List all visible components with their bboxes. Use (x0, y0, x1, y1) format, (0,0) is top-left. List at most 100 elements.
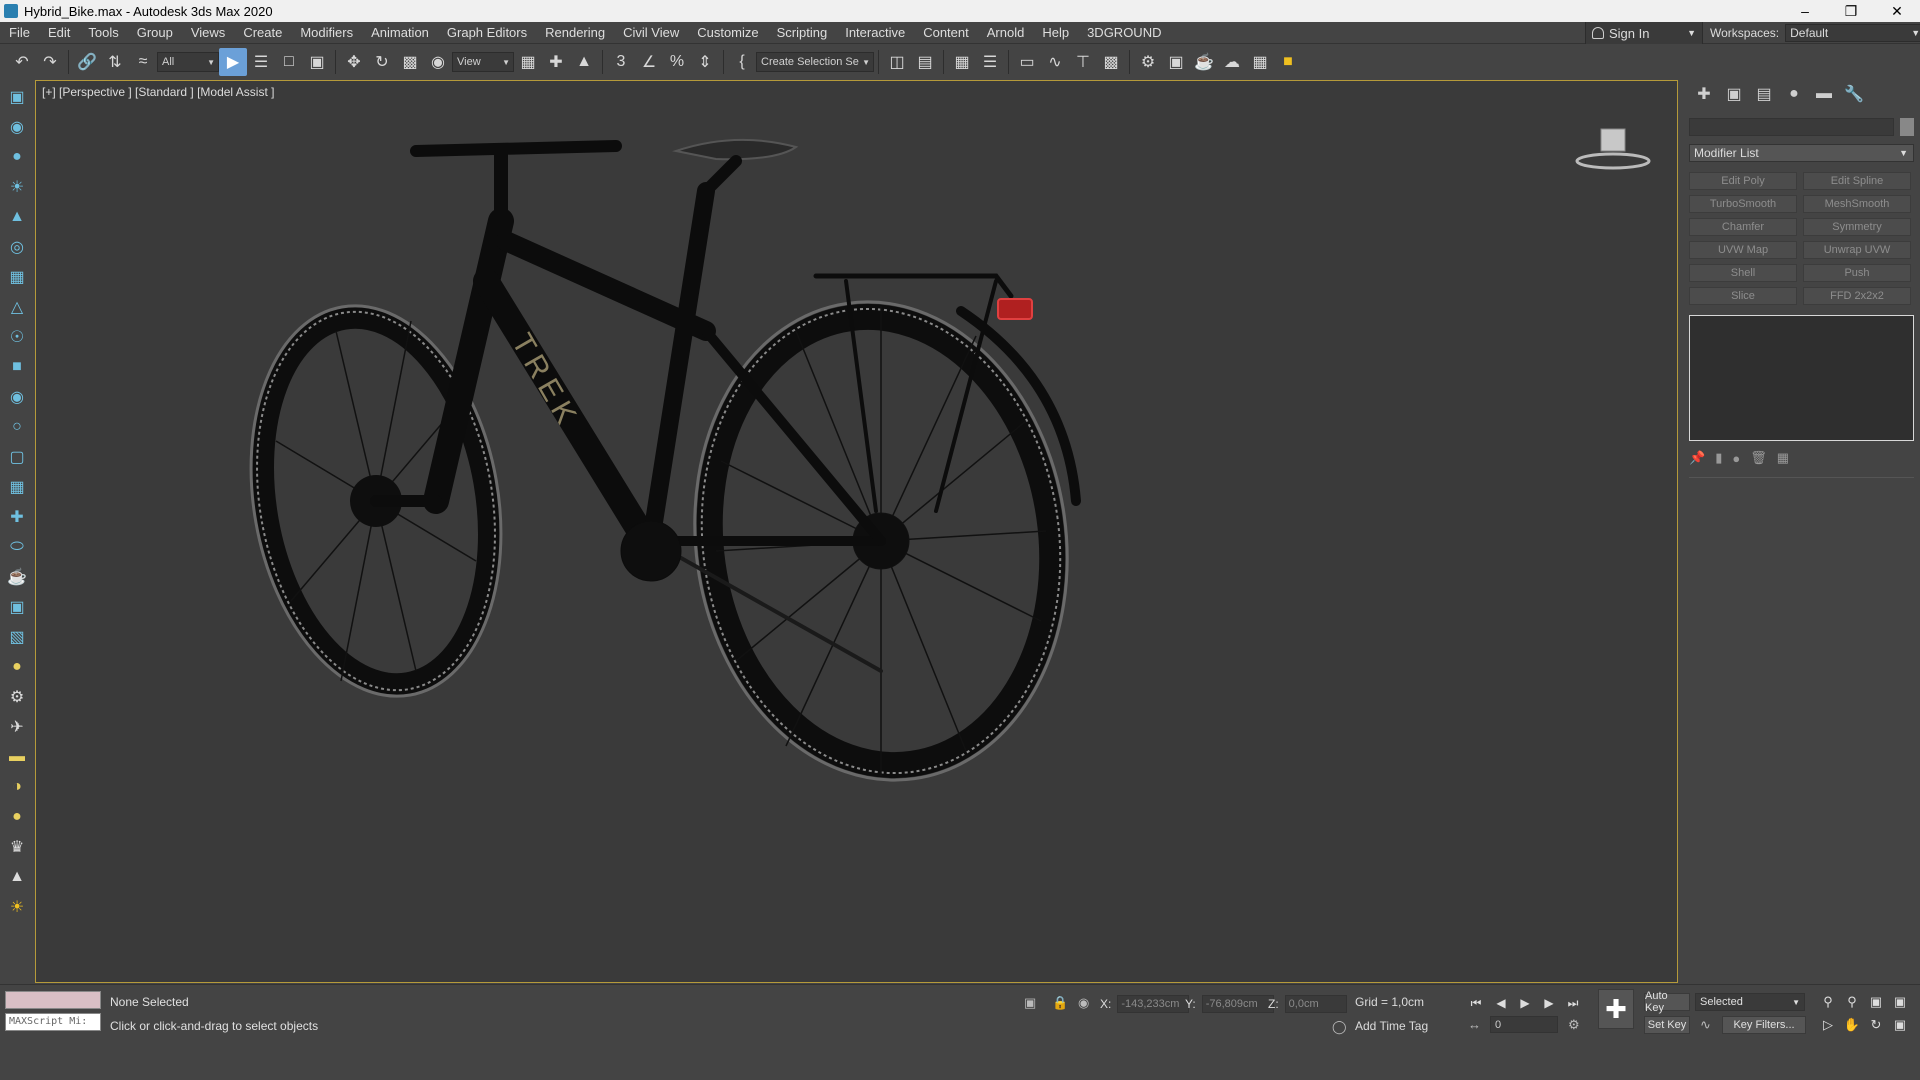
rotate-icon[interactable]: ↻ (368, 48, 396, 76)
modifier-list-select[interactable]: Modifier List ▼ (1689, 144, 1914, 162)
go-to-end-icon[interactable]: ⏭ (1562, 993, 1584, 1013)
render-in-cloud-icon[interactable]: ☁ (1218, 48, 1246, 76)
modifier-button[interactable]: Push (1803, 264, 1911, 282)
menu-arnold[interactable]: Arnold (978, 25, 1034, 40)
placement-icon[interactable]: ◉ (424, 48, 452, 76)
menu-civil-view[interactable]: Civil View (614, 25, 688, 40)
schematic-view-icon[interactable]: ⊤ (1069, 48, 1097, 76)
default-in-out-tangents-icon[interactable]: ∿ (1700, 1017, 1711, 1033)
unlink-icon[interactable]: ⇅ (101, 48, 129, 76)
motion-tab-icon[interactable]: ● (1779, 82, 1809, 106)
crown-icon[interactable]: ♛ (4, 834, 30, 860)
zoom-extents-all-icon[interactable]: ▣ (1890, 993, 1910, 1011)
menu-animation[interactable]: Animation (362, 25, 438, 40)
perspective-viewport[interactable]: TREK [+] [Perspective ] [Standard ] [Mod… (35, 80, 1678, 983)
bulb-icon[interactable]: ○ (4, 414, 30, 440)
grid-icon[interactable]: ▦ (4, 474, 30, 500)
pin-stack-icon[interactable]: 📌 (1689, 450, 1705, 466)
teapot-icon[interactable]: ☕ (4, 564, 30, 590)
transform-icon[interactable]: ✚ (4, 504, 30, 530)
snaps-toggle-icon[interactable]: 3 (607, 48, 635, 76)
key-filters-button[interactable]: Key Filters... (1722, 1016, 1806, 1034)
lock-selection-icon[interactable]: 🔒 (1052, 995, 1068, 1011)
align-icon[interactable]: ▤ (911, 48, 939, 76)
make-unique-icon[interactable]: ● (1732, 451, 1740, 466)
maxscript-listener-input[interactable]: MAXScript Mi: (5, 1013, 101, 1031)
menu-help[interactable]: Help (1033, 25, 1078, 40)
zoom-icon[interactable]: ⚲ (1818, 993, 1838, 1011)
sky-light-icon[interactable]: ■ (4, 354, 30, 380)
sign-in-button[interactable]: Sign In ▼ (1585, 22, 1703, 44)
spot-light-icon[interactable]: ▲ (4, 204, 30, 230)
z-field[interactable]: 0,0cm (1284, 995, 1347, 1013)
create-tab-icon[interactable]: ✚ (1689, 82, 1719, 106)
named-selection-select[interactable]: Create Selection Se ▼ (756, 52, 874, 72)
pivot-center-icon[interactable]: ▦ (514, 48, 542, 76)
menu-rendering[interactable]: Rendering (536, 25, 614, 40)
percent-snap-icon[interactable]: % (663, 48, 691, 76)
sphere-icon[interactable]: ● (4, 804, 30, 830)
helper-icon[interactable]: ◎ (4, 234, 30, 260)
bind-space-warp-icon[interactable]: ≈ (129, 48, 157, 76)
next-frame-icon[interactable]: ▶ (1538, 993, 1560, 1013)
zoom-all-icon[interactable]: ⚲ (1842, 993, 1862, 1011)
reference-coordinate-select[interactable]: View ▼ (452, 52, 514, 72)
menu-modifiers[interactable]: Modifiers (291, 25, 362, 40)
modifier-button[interactable]: Slice (1689, 287, 1797, 305)
ribbon-toggle-icon[interactable]: ▭ (1013, 48, 1041, 76)
field-of-view-icon[interactable]: ▷ (1818, 1016, 1838, 1034)
mirror-icon[interactable]: ◫ (883, 48, 911, 76)
set-key-button[interactable]: Set Key (1644, 1016, 1690, 1034)
rectangular-selection-icon[interactable]: □ (275, 48, 303, 76)
display-tab-icon[interactable]: ▬ (1809, 82, 1839, 106)
workspace-select[interactable]: Default ▼ (1785, 24, 1920, 42)
scene-states-icon[interactable]: ⚙ (4, 684, 30, 710)
modifier-button[interactable]: Unwrap UVW (1803, 241, 1911, 259)
bike-model-render[interactable]: TREK (36, 81, 1677, 982)
menu-customize[interactable]: Customize (688, 25, 767, 40)
plane-icon[interactable]: ▬ (4, 744, 30, 770)
object-color-swatch[interactable] (1900, 118, 1914, 136)
restore-button[interactable]: ❐ (1828, 0, 1874, 22)
render-production-icon[interactable]: ☕ (1190, 48, 1218, 76)
menu-edit[interactable]: Edit (39, 25, 79, 40)
key-mode-select[interactable]: Selected ▼ (1695, 993, 1805, 1011)
light-lister-icon[interactable]: ● (4, 654, 30, 680)
redo-icon[interactable]: ↷ (36, 48, 64, 76)
absolute-mode-icon[interactable]: ◉ (1078, 995, 1089, 1011)
sun-light-icon[interactable]: ☀ (4, 174, 30, 200)
dynamics-icon[interactable]: ✈ (4, 714, 30, 740)
angle-snap-icon[interactable]: ∠ (635, 48, 663, 76)
remove-modifier-icon[interactable]: 🗑 (1750, 450, 1767, 466)
scale-icon[interactable]: ▩ (396, 48, 424, 76)
menu-interactive[interactable]: Interactive (836, 25, 914, 40)
modifier-button[interactable]: FFD 2x2x2 (1803, 287, 1911, 305)
spinner-snap-icon[interactable]: ⇕ (691, 48, 719, 76)
time-config-icon[interactable]: ↔ (1468, 1017, 1481, 1032)
menu-create[interactable]: Create (234, 25, 291, 40)
material-editor-icon[interactable]: ▩ (1097, 48, 1125, 76)
rendered-frame-window-icon[interactable]: ▣ (1162, 48, 1190, 76)
viewcube-icon[interactable] (1573, 121, 1653, 171)
current-frame-field[interactable]: 0 (1490, 1016, 1558, 1033)
show-end-result-icon[interactable]: ▮ (1715, 450, 1722, 466)
object-name-field[interactable] (1689, 118, 1894, 136)
render-icon[interactable]: ▣ (4, 594, 30, 620)
hierarchy-tab-icon[interactable]: ▤ (1749, 82, 1779, 106)
photometric-icon[interactable]: ◉ (4, 384, 30, 410)
selection-filter-select[interactable]: All ▼ (157, 52, 219, 72)
maximize-viewport-icon[interactable]: ▣ (1890, 1016, 1910, 1034)
orbit-icon[interactable]: ↻ (1866, 1016, 1886, 1034)
pan-view-icon[interactable]: ✋ (1842, 1016, 1862, 1034)
modifier-button[interactable]: Symmetry (1803, 218, 1911, 236)
window-crossing-icon[interactable]: ▣ (303, 48, 331, 76)
close-button[interactable]: ✕ (1874, 0, 1920, 22)
video-camera-icon[interactable]: ◉ (4, 114, 30, 140)
go-to-start-icon[interactable]: ⏮ (1465, 993, 1487, 1013)
time-configuration-icon[interactable]: ⚙ (1568, 1017, 1580, 1033)
viewport-label[interactable]: [+] [Perspective ] [Standard ] [Model As… (42, 85, 274, 99)
target-light-icon[interactable]: △ (4, 294, 30, 320)
render-setup-icon[interactable]: ⚙ (1134, 48, 1162, 76)
menu-file[interactable]: File (0, 25, 39, 40)
previous-frame-icon[interactable]: ◀ (1490, 993, 1512, 1013)
